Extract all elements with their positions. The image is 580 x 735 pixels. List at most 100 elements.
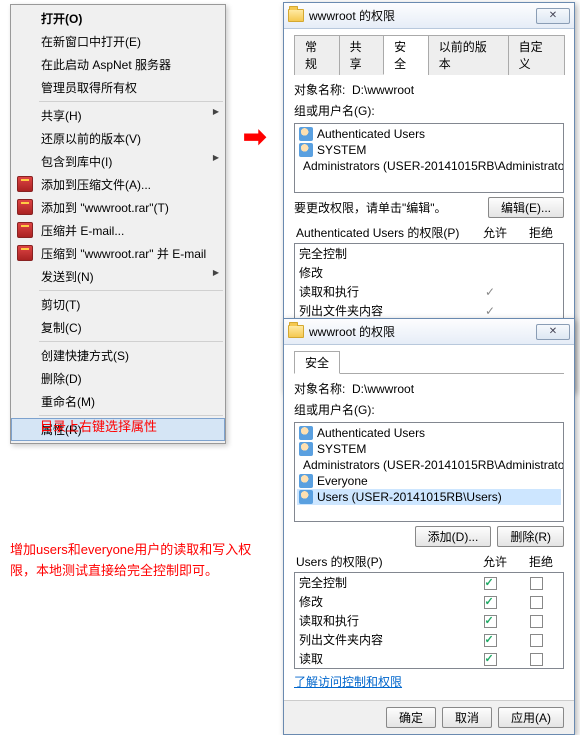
menu-item[interactable]: 压缩并 E-mail... [11,219,225,242]
perm-label: Users 的权限(P) [294,553,472,570]
perm-name: 修改 [299,593,467,610]
tab[interactable]: 自定义 [508,35,565,75]
group-label: 组或用户名(G): [294,102,564,119]
group-label: 组或用户名(G): [294,401,564,418]
perm-name: 列出文件夹内容 [299,631,467,648]
menu-item[interactable]: 打开(O) [11,7,225,30]
tabs: 常规共享安全以前的版本自定义 [294,35,564,75]
dialog-titlebar: wwwroot 的权限 ✕ [284,319,574,345]
perm-row: 读取 [295,649,563,668]
remove-button[interactable]: 删除(R) [497,526,564,547]
menu-item-label: 删除(D) [41,372,82,386]
learn-link[interactable]: 了解访问控制和权限 [294,675,402,689]
menu-item[interactable]: 还原以前的版本(V) [11,127,225,150]
user-row[interactable]: Authenticated Users [297,425,561,441]
user-name: Users (USER-20141015RB\Users) [317,490,502,504]
user-icon [299,127,313,141]
archive-icon [17,176,33,192]
perm-row: 列出文件夹内容 [295,630,563,649]
menu-item[interactable]: 共享(H) [11,104,225,127]
perm-name: 读取和执行 [299,283,467,300]
arrow-right-icon: ➡ [243,120,266,153]
user-row[interactable]: Users (USER-20141015RB\Users) [297,489,561,505]
user-list[interactable]: Authenticated UsersSYSTEMAdministrators … [294,123,564,193]
allow-checkbox[interactable] [484,577,497,590]
tabs: 安全 [294,351,564,374]
cancel-button[interactable]: 取消 [442,707,492,728]
deny-checkbox[interactable] [530,615,543,628]
user-name: Authenticated Users [317,426,425,440]
tab-security[interactable]: 安全 [294,351,340,374]
object-value: D:\wwwroot [352,382,414,396]
user-list[interactable]: Authenticated Users SYSTEM Administrators … [294,422,564,522]
deny-checkbox[interactable] [530,634,543,647]
archive-icon [17,222,33,238]
menu-item-label: 共享(H) [41,109,82,123]
menu-item-label: 剪切(T) [41,298,80,312]
archive-icon [17,199,33,215]
menu-item[interactable]: 创建快捷方式(S) [11,344,225,367]
menu-item[interactable]: 发送到(N) [11,265,225,288]
user-icon [299,426,313,440]
user-name: Administrators (USER-20141015RB\Administ… [303,458,564,472]
menu-item[interactable]: 在此启动 AspNet 服务器 [11,53,225,76]
user-icon [299,474,313,488]
folder-icon [288,9,304,22]
user-row[interactable]: SYSTEM [297,441,561,457]
menu-item[interactable]: 添加到 "wwwroot.rar"(T) [11,196,225,219]
folder-icon [288,325,304,338]
perm-name: 读取和执行 [299,612,467,629]
ok-button[interactable]: 确定 [386,707,436,728]
menu-item[interactable]: 复制(C) [11,316,225,339]
object-value: D:\wwwroot [352,83,414,97]
menu-item[interactable]: 剪切(T) [11,293,225,316]
tab[interactable]: 共享 [339,35,385,75]
menu-item-label: 打开(O) [41,12,82,26]
deny-checkbox[interactable] [530,577,543,590]
permissions-dialog-edit: wwwroot 的权限 ✕ 安全 对象名称: D:\wwwroot 组或用户名(… [283,318,575,735]
apply-button[interactable]: 应用(A) [498,707,564,728]
allow-checkbox[interactable] [484,615,497,628]
menu-item[interactable]: 包含到库中(I) [11,150,225,173]
close-icon[interactable]: ✕ [536,324,570,340]
user-row[interactable]: Authenticated Users [297,126,561,142]
menu-item-label: 添加到 "wwwroot.rar"(T) [41,201,169,215]
user-name: SYSTEM [317,442,366,456]
perm-name: 列出文件夹内容 [299,302,467,319]
allow-checkbox[interactable] [484,634,497,647]
tab[interactable]: 以前的版本 [428,35,509,75]
edit-button[interactable]: 编辑(E)... [488,197,564,218]
object-label: 对象名称: [294,382,345,396]
dialog-title: wwwroot 的权限 [309,7,395,24]
menu-item[interactable]: 压缩到 "wwwroot.rar" 并 E-mail [11,242,225,265]
menu-item[interactable]: 重命名(M) [11,390,225,413]
tab[interactable]: 常规 [294,35,340,75]
menu-item[interactable]: 添加到压缩文件(A)... [11,173,225,196]
perm-row: 读取和执行 [295,611,563,630]
user-row[interactable]: Everyone [297,473,561,489]
allow-checkbox[interactable] [484,596,497,609]
menu-item-label: 包含到库中(I) [41,155,112,169]
add-button[interactable]: 添加(D)... [415,526,492,547]
deny-checkbox[interactable] [530,653,543,666]
menu-item-label: 添加到压缩文件(A)... [41,178,151,192]
user-row[interactable]: SYSTEM [297,142,561,158]
menu-item-label: 在新窗口中打开(E) [41,35,141,49]
user-row[interactable]: Administrators (USER-20141015RB\Administ… [297,457,561,473]
close-icon[interactable]: ✕ [536,8,570,24]
allow-checkbox[interactable] [484,653,497,666]
permissions-grid: 完全控制修改读取和执行列出文件夹内容读取 [294,572,564,669]
context-menu: 打开(O) 在新窗口中打开(E) 在此启动 AspNet 服务器管理员取得所有权共享… [10,4,226,444]
deny-checkbox[interactable] [530,596,543,609]
menu-item[interactable]: 删除(D) [11,367,225,390]
tab[interactable]: 安全 [383,35,429,75]
perm-name: 修改 [299,264,467,281]
menu-separator [39,101,223,102]
user-icon [299,442,313,456]
perm-name: 完全控制 [299,245,467,262]
menu-item[interactable]: 在新窗口中打开(E) [11,30,225,53]
dialog-buttons: 确定 取消 应用(A) [284,700,574,734]
menu-item[interactable]: 管理员取得所有权 [11,76,225,99]
annotation-3: 增加users和everyone用户的读取和写入权限，本地测试直接给完全控制即可… [10,540,270,582]
user-row[interactable]: Administrators (USER-20141015RB\Administ… [297,158,561,174]
